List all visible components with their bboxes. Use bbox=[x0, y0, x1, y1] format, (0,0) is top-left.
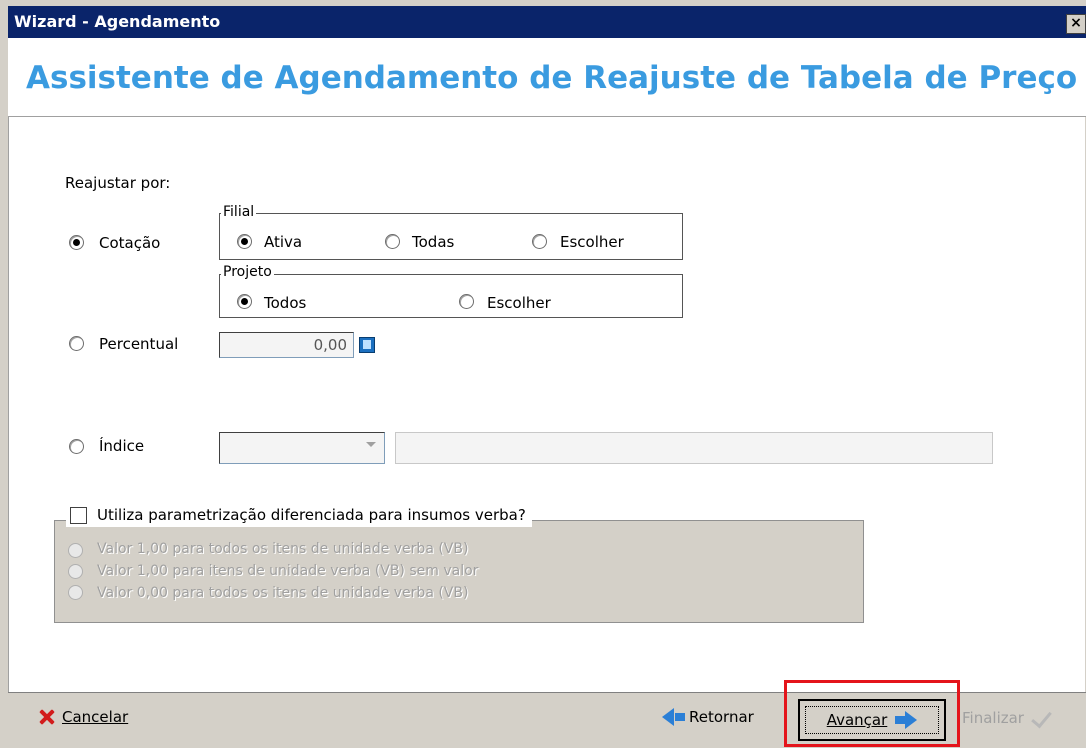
percentual-value: 0,00 bbox=[313, 336, 347, 354]
insumos-checkbox[interactable] bbox=[70, 506, 87, 524]
insumo-option-3-radio[interactable] bbox=[68, 585, 83, 600]
arrow-left-icon bbox=[662, 708, 685, 726]
projeto-escolher-label: Escolher bbox=[487, 294, 551, 312]
filial-ativa-label: Ativa bbox=[264, 233, 303, 251]
insumo-option-3-label: Valor 0,00 para todos os itens de unidad… bbox=[97, 585, 469, 601]
insumos-checkbox-label: Utiliza parametrização diferenciada para… bbox=[97, 506, 526, 524]
filial-legend: Filial bbox=[221, 204, 257, 220]
chevron-down-icon bbox=[366, 442, 376, 447]
close-icon bbox=[38, 708, 56, 726]
cotacao-radio[interactable] bbox=[69, 235, 84, 250]
close-icon[interactable]: × bbox=[1066, 14, 1086, 34]
wizard-header: Assistente de Agendamento de Reajuste de… bbox=[8, 38, 1086, 117]
projeto-legend: Projeto bbox=[221, 264, 274, 280]
percentual-input[interactable]: 0,00 bbox=[219, 332, 354, 358]
finish-button[interactable]: Finalizar bbox=[962, 706, 1052, 729]
projeto-escolher-radio[interactable] bbox=[459, 294, 474, 309]
indice-label: Índice bbox=[99, 437, 145, 455]
filial-todas-radio[interactable] bbox=[385, 234, 400, 249]
filial-escolher-label: Escolher bbox=[560, 233, 624, 251]
indice-radio[interactable] bbox=[69, 439, 84, 454]
insumo-option-1-label: Valor 1,00 para todos os itens de unidad… bbox=[97, 541, 469, 557]
percentual-radio[interactable] bbox=[69, 336, 84, 351]
cancel-label: Cancelar bbox=[62, 708, 129, 726]
back-button[interactable]: Retornar bbox=[662, 708, 754, 726]
cotacao-label: Cotação bbox=[99, 234, 161, 252]
back-label: Retornar bbox=[689, 708, 754, 726]
indice-combo[interactable] bbox=[219, 432, 385, 464]
page-title: Assistente de Agendamento de Reajuste de… bbox=[26, 60, 1078, 96]
insumo-option-1-radio[interactable] bbox=[68, 543, 83, 558]
window-title: Wizard - Agendamento bbox=[14, 12, 221, 31]
filial-ativa-radio[interactable] bbox=[237, 234, 252, 249]
filial-escolher-radio[interactable] bbox=[532, 234, 547, 249]
wizard-window: Wizard - Agendamento × Assistente de Age… bbox=[0, 0, 1086, 748]
insumo-option-2-radio[interactable] bbox=[68, 564, 83, 579]
indice-description-field[interactable] bbox=[395, 432, 993, 464]
projeto-todos-radio[interactable] bbox=[237, 294, 252, 309]
insumos-checkbox-row: Utiliza parametrização diferenciada para… bbox=[66, 503, 532, 527]
finish-label: Finalizar bbox=[962, 708, 1024, 727]
next-button-highlight bbox=[784, 680, 960, 747]
insumo-option-2-label: Valor 1,00 para itens de unidade verba (… bbox=[97, 563, 479, 579]
title-bar: Wizard - Agendamento × bbox=[8, 6, 1086, 38]
insumos-verba-group: Valor 1,00 para todos os itens de unidad… bbox=[54, 520, 864, 623]
reajustar-label: Reajustar por: bbox=[65, 174, 171, 192]
cancel-button[interactable]: Cancelar bbox=[38, 708, 128, 726]
calculator-icon[interactable] bbox=[359, 337, 375, 353]
percentual-label: Percentual bbox=[99, 335, 179, 353]
projeto-todos-label: Todos bbox=[264, 294, 307, 312]
filial-todas-label: Todas bbox=[412, 233, 455, 251]
